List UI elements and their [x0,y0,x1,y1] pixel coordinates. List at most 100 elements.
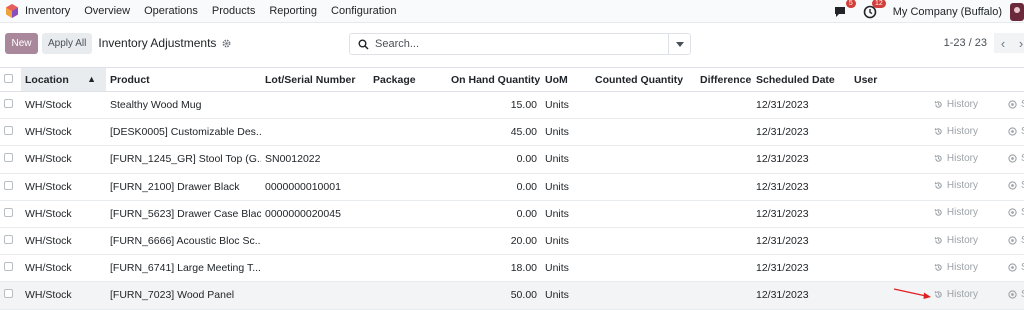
column-product[interactable]: Product [106,67,261,92]
history-button[interactable]: History [920,145,982,174]
cell-location[interactable]: WH/Stock [21,118,106,147]
row-checkbox[interactable] [0,91,21,120]
cell-lot[interactable]: 0000000020045 [261,200,369,228]
column-scheduled-date[interactable]: Scheduled Date [752,67,850,92]
search-input[interactable] [375,38,665,50]
cell-location[interactable]: WH/Stock [21,281,106,310]
cell-user[interactable] [850,91,920,120]
cell-user[interactable] [850,173,920,201]
set-button[interactable]: Set [982,200,1024,228]
column-on-hand[interactable]: On Hand Quantity [447,67,541,92]
activities-clock-icon[interactable]: 12 [863,0,886,19]
cell-counted[interactable] [591,173,696,201]
row-checkbox[interactable] [0,145,21,174]
cell-on-hand[interactable]: 50.00 [447,281,541,310]
cell-package[interactable] [369,91,447,120]
row-checkbox[interactable] [0,227,21,256]
set-button[interactable]: Set [982,227,1024,256]
cell-user[interactable] [850,118,920,147]
history-button[interactable]: History [920,118,982,147]
cell-user[interactable] [850,254,920,283]
cell-lot[interactable] [261,254,369,283]
table-row[interactable]: WH/Stock Stealthy Wood Mug 15.00 Units 12/31… [0,91,1024,120]
set-button[interactable]: Set [982,281,1024,310]
row-checkbox[interactable] [0,200,21,228]
menu-operations[interactable]: Operations [144,5,198,17]
history-button[interactable]: History [920,254,982,283]
cell-uom[interactable]: Units [541,281,591,310]
cell-counted[interactable] [591,281,696,310]
cell-product[interactable]: [FURN_1245_GR] Stool Top (G... [106,145,261,174]
table-row[interactable]: WH/Stock [FURN_1245_GR] Stool Top (G... SN… [0,145,1024,174]
cell-counted[interactable] [591,200,696,228]
cell-scheduled[interactable]: 12/31/2023 [752,281,850,310]
cell-package[interactable] [369,281,447,310]
cell-counted[interactable] [591,254,696,283]
cell-lot[interactable] [261,227,369,256]
cell-user[interactable] [850,145,920,174]
cell-on-hand[interactable]: 20.00 [447,227,541,256]
cell-uom[interactable]: Units [541,200,591,228]
cell-location[interactable]: WH/Stock [21,91,106,120]
cell-counted[interactable] [591,227,696,256]
cell-difference[interactable] [696,91,752,120]
cell-lot[interactable]: 0000000010001 [261,173,369,201]
cell-on-hand[interactable]: 0.00 [447,200,541,228]
cell-uom[interactable]: Units [541,227,591,256]
cell-counted[interactable] [591,118,696,147]
cell-product[interactable]: [FURN_5623] Drawer Case Black [106,200,261,228]
cell-location[interactable]: WH/Stock [21,200,106,228]
cell-scheduled[interactable]: 12/31/2023 [752,91,850,120]
cell-on-hand[interactable]: 0.00 [447,173,541,201]
cell-lot[interactable] [261,118,369,147]
cell-product[interactable]: [FURN_6666] Acoustic Bloc Sc... [106,227,261,256]
cell-scheduled[interactable]: 12/31/2023 [752,200,850,228]
set-button[interactable]: Set [982,173,1024,201]
cell-product[interactable]: [FURN_7023] Wood Panel [106,281,261,310]
user-avatar[interactable] [1010,2,1024,21]
cell-location[interactable]: WH/Stock [21,227,106,256]
row-checkbox[interactable] [0,118,21,147]
table-row[interactable]: WH/Stock [FURN_7023] Wood Panel 50.00 Units… [0,281,1024,310]
pager-previous-button[interactable]: ‹ [994,33,1012,53]
cell-on-hand[interactable]: 15.00 [447,91,541,120]
app-name[interactable]: Inventory [25,5,70,17]
cell-difference[interactable] [696,227,752,256]
column-uom[interactable]: UoM [541,67,591,92]
menu-overview[interactable]: Overview [84,5,130,17]
cell-scheduled[interactable]: 12/31/2023 [752,173,850,201]
cell-product[interactable]: [FURN_6741] Large Meeting T... [106,254,261,283]
table-row[interactable]: WH/Stock [FURN_6741] Large Meeting T... 18… [0,254,1024,283]
cell-difference[interactable] [696,281,752,310]
messages-icon[interactable]: 5 [833,0,856,19]
table-row[interactable]: WH/Stock [FURN_2100] Drawer Black 00000000… [0,173,1024,201]
menu-reporting[interactable]: Reporting [269,5,317,17]
search-options-chevron-down-icon[interactable] [668,34,690,54]
history-button[interactable]: History [920,173,982,201]
cell-lot[interactable]: SN0012022 [261,145,369,174]
cell-scheduled[interactable]: 12/31/2023 [752,118,850,147]
cell-on-hand[interactable]: 45.00 [447,118,541,147]
cell-on-hand[interactable]: 0.00 [447,145,541,174]
cell-uom[interactable]: Units [541,91,591,120]
cell-product[interactable]: [FURN_2100] Drawer Black [106,173,261,201]
cell-uom[interactable]: Units [541,254,591,283]
gear-icon[interactable] [222,39,231,48]
pager-value[interactable]: 1-23 / 23 [944,37,987,49]
cell-scheduled[interactable]: 12/31/2023 [752,227,850,256]
history-button[interactable]: History [920,91,982,120]
cell-difference[interactable] [696,145,752,174]
cell-counted[interactable] [591,91,696,120]
column-counted[interactable]: Counted Quantity [591,67,696,92]
cell-package[interactable] [369,118,447,147]
company-switcher[interactable]: My Company (Buffalo) [893,6,1002,18]
cell-lot[interactable] [261,281,369,310]
cell-product[interactable]: [DESK0005] Customizable Des... [106,118,261,147]
cell-package[interactable] [369,173,447,201]
cell-uom[interactable]: Units [541,118,591,147]
cell-location[interactable]: WH/Stock [21,173,106,201]
cell-scheduled[interactable]: 12/31/2023 [752,145,850,174]
set-button[interactable]: Set [982,91,1024,120]
table-row[interactable]: WH/Stock [FURN_5623] Drawer Case Black 000… [0,200,1024,228]
table-row[interactable]: WH/Stock [FURN_6666] Acoustic Bloc Sc... 2… [0,227,1024,256]
